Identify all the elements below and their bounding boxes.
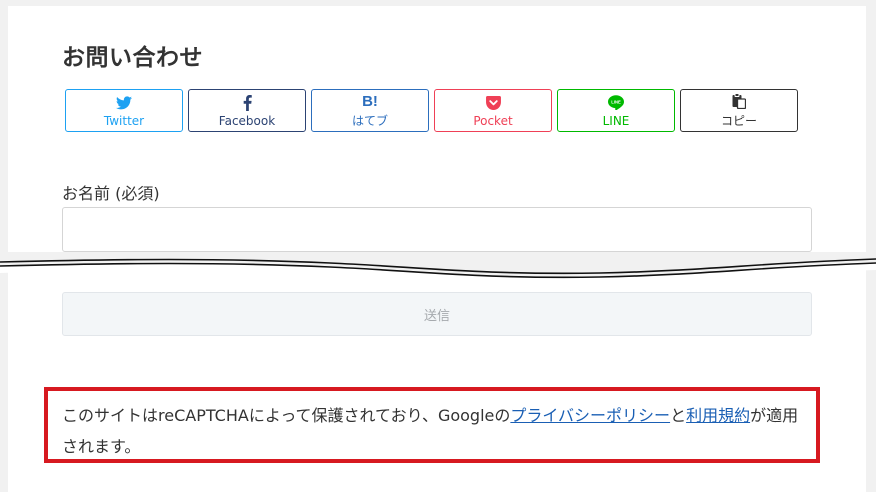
twitter-bird-icon [116, 94, 132, 112]
share-buttons: Twitter Facebook B! はてブ Pocket LINE LINE… [65, 89, 798, 132]
share-twitter-label: Twitter [103, 113, 145, 128]
terms-of-service-link[interactable]: 利用規約 [686, 406, 750, 425]
page-title: お問い合わせ [62, 45, 203, 71]
share-line-label: LINE [602, 113, 630, 128]
recaptcha-notice: このサイトはreCAPTCHAによって保護されており、Googleのプライバシー… [44, 387, 820, 463]
facebook-f-icon [243, 94, 252, 112]
share-pocket-label: Pocket [473, 113, 513, 128]
name-input[interactable] [62, 207, 812, 252]
share-twitter-button[interactable]: Twitter [65, 89, 183, 132]
submit-button[interactable]: 送信 [62, 292, 812, 336]
share-copy-button[interactable]: コピー [680, 89, 798, 132]
recaptcha-text-1: このサイトはreCAPTCHAによって保護されており、Googleの [62, 406, 511, 425]
copy-clipboard-icon [732, 92, 746, 110]
share-pocket-button[interactable]: Pocket [434, 89, 552, 132]
share-hatebu-button[interactable]: B! はてブ [311, 89, 429, 132]
share-facebook-label: Facebook [218, 113, 276, 128]
hatena-bookmark-icon: B! [362, 92, 378, 110]
recaptcha-text-2: と [670, 406, 687, 425]
share-copy-label: コピー [720, 114, 757, 128]
share-facebook-button[interactable]: Facebook [188, 89, 306, 132]
share-hatebu-label: はてブ [351, 114, 388, 128]
pocket-icon [485, 94, 501, 112]
privacy-policy-link[interactable]: プライバシーポリシー [510, 406, 670, 425]
name-field-label: お名前 (必須) [62, 184, 160, 203]
torn-edge-divider [0, 252, 876, 285]
line-icon: LINE [608, 94, 624, 112]
share-line-button[interactable]: LINE LINE [557, 89, 675, 132]
svg-text:LINE: LINE [611, 100, 621, 105]
